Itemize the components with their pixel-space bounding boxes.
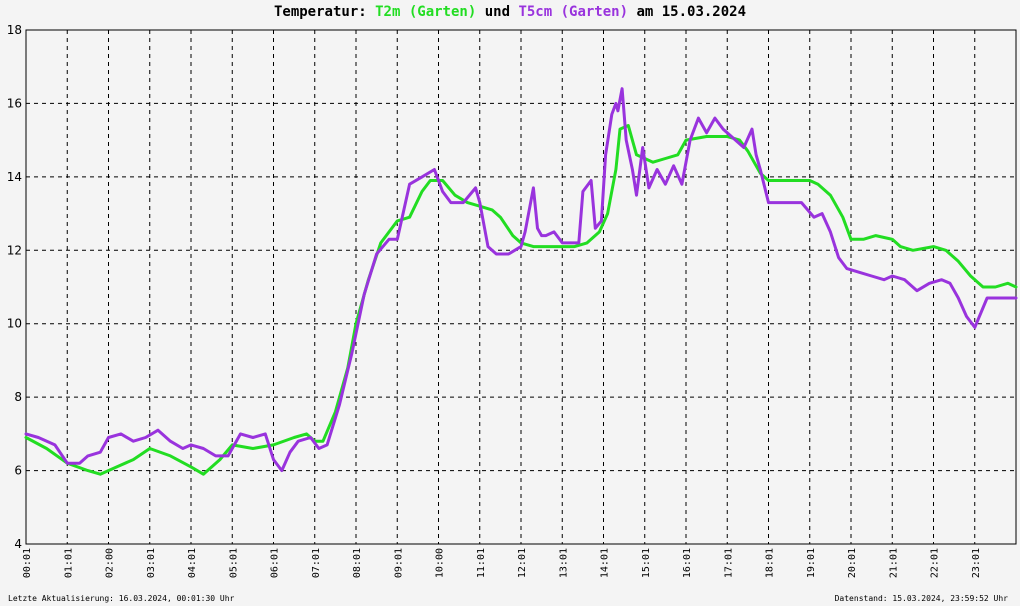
- x-tick-label: 00:01: [22, 548, 33, 578]
- last-update-text: Letzte Aktualisierung: 16.03.2024, 00:01…: [8, 594, 235, 603]
- y-tick-label: 6: [14, 464, 22, 478]
- x-tick-label: 19:01: [806, 548, 817, 578]
- x-tick-label: 15:01: [641, 548, 652, 578]
- x-tick-label: 08:01: [352, 548, 363, 578]
- y-tick-label: 8: [14, 390, 22, 404]
- x-tick-label: 03:01: [146, 548, 157, 578]
- temperature-chart: 4681012141618 00:01 01:01 02:00 03:01 04:01 0…: [7, 23, 1018, 578]
- x-tick-label: 02:00: [105, 548, 116, 578]
- y-tick-label: 12: [7, 243, 22, 257]
- x-tick-label: 17:01: [723, 548, 734, 578]
- x-tick-label: 13:01: [558, 548, 569, 578]
- data-status-text: Datenstand: 15.03.2024, 23:59:52 Uhr: [834, 594, 1008, 603]
- x-tick-label: 16:01: [682, 548, 693, 578]
- y-tick-label: 18: [7, 23, 22, 37]
- x-tick-label: 20:01: [847, 548, 858, 578]
- x-tick-labels: 00:01 01:01 02:00 03:01 04:01 05:01 06:01 07:01…: [22, 548, 982, 578]
- grid-lines: [26, 30, 1016, 544]
- y-tick-label: 10: [7, 317, 22, 331]
- y-tick-label: 16: [7, 96, 22, 110]
- x-tick-label: 12:01: [517, 548, 528, 578]
- x-tick-label: 11:01: [476, 548, 487, 578]
- x-tick-label: 07:01: [311, 548, 322, 578]
- x-tick-label: 23:01: [971, 548, 982, 578]
- x-tick-label: 10:00: [435, 548, 446, 578]
- x-tick-label: 21:01: [888, 548, 899, 578]
- x-tick-label: 14:01: [600, 548, 611, 578]
- x-tick-label: 18:01: [765, 548, 776, 578]
- y-tick-label: 14: [7, 170, 22, 184]
- y-tick-labels: 4 6 8 10 12 14 16 18: [7, 23, 22, 551]
- x-tick-label: 05:01: [228, 548, 239, 578]
- x-tick-label: 22:01: [930, 548, 941, 578]
- x-tick-label: 09:01: [393, 548, 404, 578]
- x-tick-label: 04:01: [187, 548, 198, 578]
- y-tick-label: 4: [14, 537, 22, 551]
- x-tick-label: 06:01: [270, 548, 281, 578]
- x-tick-label: 01:01: [63, 548, 74, 578]
